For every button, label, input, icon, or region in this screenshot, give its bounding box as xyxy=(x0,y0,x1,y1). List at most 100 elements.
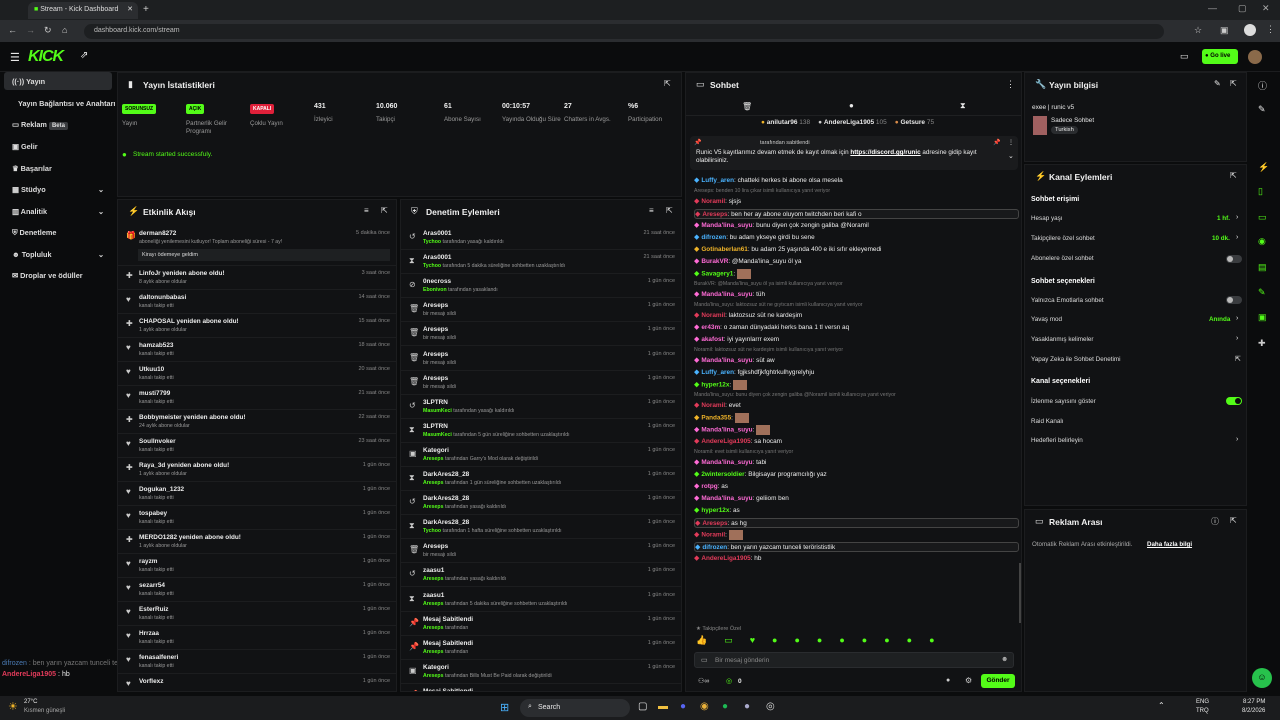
chat-message[interactable]: ◆ Savagery1: xyxy=(694,269,1019,279)
show-viewers-toggle[interactable] xyxy=(1226,397,1242,405)
bookmark-star-icon[interactable]: ☆ xyxy=(1194,25,1202,36)
activity-item[interactable]: ♥ sezarr54 kanalı takip etti 1 gün önce xyxy=(118,578,396,602)
chat-message[interactable]: ◆ er43m: o zaman dünyadaki herks bana 1 … xyxy=(694,323,1019,331)
expand-chevron-icon[interactable]: ⌄ xyxy=(1008,152,1014,160)
chat-bubble-icon[interactable]: ▭ xyxy=(1258,212,1267,223)
chat-username[interactable]: Savagery1 xyxy=(701,271,733,278)
kick-logo[interactable]: KICK xyxy=(28,48,64,66)
chat-message[interactable]: ◆ Noramil: sjsjs xyxy=(694,197,1019,205)
trash-icon[interactable]: 🗑 xyxy=(742,102,752,111)
popout-icon[interactable]: ⇱ xyxy=(1230,79,1237,88)
obs-icon[interactable]: ◎ xyxy=(766,701,775,712)
chat-message[interactable]: ◆ Areseps: as hg xyxy=(694,518,1019,528)
emotes-only-toggle[interactable] xyxy=(1226,296,1242,304)
chat-message[interactable]: ◆ Panda355: xyxy=(694,413,1019,423)
chat-message[interactable]: ◆ hyper12x: as xyxy=(694,506,1019,514)
send-button[interactable]: Gönder xyxy=(981,674,1015,688)
chat-mode-icon[interactable]: ● xyxy=(849,101,854,110)
edit-icon[interactable]: ✎ xyxy=(1214,79,1221,88)
wrench-icon[interactable]: ✎ xyxy=(1258,287,1266,298)
unpin-icon[interactable]: 📌 xyxy=(993,139,1000,146)
chat-message[interactable]: ◆ Luffy_aren: fgjkshdfjkfghtrkulhygrelyh… xyxy=(694,368,1019,376)
chat-username[interactable]: Gotinaberlan61 xyxy=(701,246,748,253)
activity-item[interactable]: ♥ Utkuu10 kanalı takip etti 20 saat önce xyxy=(118,362,396,386)
extensions-icon[interactable]: ▣ xyxy=(1220,25,1229,36)
chat-username[interactable]: difrozen xyxy=(701,234,726,241)
activity-item[interactable]: ✚ Raya_3d yeniden abone oldu! 1 aylık abon… xyxy=(118,458,396,482)
sidebar-item-community[interactable]: ☻ Topluluk ⌄ xyxy=(4,245,112,263)
reload-icon[interactable]: ↻ xyxy=(44,25,52,36)
chat-reply-context[interactable]: BurakVR: @Manda'lina_suyu öl ya isimli k… xyxy=(694,281,1019,287)
chat-username[interactable]: hyper12x xyxy=(701,382,729,389)
moderation-item[interactable]: ⧗ 3LPTRN MasumKeci tarafından 5 gün süreli… xyxy=(401,419,681,443)
clock-time[interactable]: 8:27 PM xyxy=(1243,699,1265,705)
moderation-item[interactable]: ⧗ zaasu1 Areseps tarafından 5 dakika sürel… xyxy=(401,588,681,612)
sidebar-item-stream-key[interactable]: Yayın Bağlantısı ve Anahtarı xyxy=(4,94,115,112)
chat-message[interactable]: ◆ Noramil: evet xyxy=(694,401,1019,409)
lang-indicator[interactable]: ENG xyxy=(1196,699,1209,705)
activity-item[interactable]: ✚ CHAPOSAL yeniden abone oldu! 1 aylık abo… xyxy=(118,314,396,338)
sidebar-item-analytics[interactable]: ▥ Analitik ⌄ xyxy=(4,202,112,220)
moderation-item[interactable]: ⧗ DarkAres28_28 Areseps tarafından 1 gün s… xyxy=(401,467,681,491)
url-field[interactable]: dashboard.kick.com/stream xyxy=(84,24,1164,39)
sidebar-item-revenue[interactable]: ▣ Gelir xyxy=(4,137,112,155)
moderation-item[interactable]: 🗑 Areseps bir mesajı sildi 1 gün önce xyxy=(401,347,681,371)
popout-icon[interactable]: ⇱ xyxy=(1230,516,1237,525)
subs-only-toggle[interactable] xyxy=(1226,255,1242,263)
activity-item[interactable]: ♥ hamzab523 kanalı takip etti 18 saat önce xyxy=(118,338,396,362)
panel-icon[interactable]: ▯ xyxy=(1258,186,1263,197)
gear-icon[interactable]: ⚙ xyxy=(965,676,972,685)
moderation-item[interactable]: ↺ zaasu1 Areseps tarafından yasağı kaldırı… xyxy=(401,563,681,588)
popout-icon[interactable]: ⇱ xyxy=(666,206,673,215)
chat-username[interactable]: Panda355 xyxy=(701,415,731,422)
hamburger-icon[interactable]: ☰ xyxy=(10,51,20,64)
maximize-icon[interactable]: ▢ xyxy=(1238,3,1247,14)
chat-reply-context[interactable]: Manda'lina_suyu: bunu diyen çok zengin g… xyxy=(694,392,1019,398)
broadcast-icon[interactable]: ◉ xyxy=(1258,236,1266,247)
theater-icon[interactable]: ▭ xyxy=(1180,51,1189,62)
activity-item[interactable]: ✚ LinfoJr yeniden abone oldu! 8 aylık abon… xyxy=(118,266,396,290)
chat-message[interactable]: ◆ akafost: iyi yayınlarrr exem xyxy=(694,335,1019,343)
chat-reply-context[interactable]: Noramil: laktozsuz süt ne kardeşim isiml… xyxy=(694,347,1019,353)
banned-words-row[interactable]: Yasaklanmış kelimeler xyxy=(1031,336,1094,343)
activity-item[interactable]: ♥ Vorflexz 1 gün önce xyxy=(118,674,396,691)
activity-item[interactable]: ♥ daltonunbabasi kanalı takip etti 14 saat … xyxy=(118,290,396,314)
activity-item[interactable]: ♥ Hrrzaa kanalı takip etti 1 gün önce xyxy=(118,626,396,650)
chat-message[interactable]: ◆ Luffy_aren: chatteki herkes bi abone o… xyxy=(694,176,1019,184)
chat-message[interactable]: ◆ rotpg: as xyxy=(694,482,1019,490)
chart-icon[interactable]: ▤ xyxy=(1258,262,1267,273)
activity-item[interactable]: ♥ tospabey kanalı takip etti 1 gün önce xyxy=(118,506,396,530)
discord-icon[interactable]: ● xyxy=(680,701,686,712)
chat-username[interactable]: AndereLiga1905 xyxy=(701,555,750,562)
minimize-icon[interactable]: — xyxy=(1208,3,1217,13)
chat-username[interactable]: Noramil xyxy=(701,532,725,539)
windows-start-icon[interactable]: ⊞ xyxy=(500,701,509,714)
chat-reply-context[interactable]: Areseps: benden 10 lira çıkar isimli kul… xyxy=(694,188,1019,194)
chat-message[interactable]: ◆ Gotinaberlan61: bu adam 25 yaşında 400… xyxy=(694,245,1019,253)
users-icon[interactable]: ⚇∞ xyxy=(698,677,709,685)
chrome-icon[interactable]: ◉ xyxy=(700,701,709,712)
chat-message[interactable]: ◆ Areseps: ben her ay abone oluyom twitc… xyxy=(694,209,1019,219)
support-button[interactable]: ☺ xyxy=(1252,668,1272,688)
chat-message[interactable]: ◆ Manda'lina_suyu: süt aw xyxy=(694,356,1019,364)
chat-menu-icon[interactable]: ⋮ xyxy=(1006,79,1015,90)
chat-username[interactable]: Noramil xyxy=(701,198,725,205)
chat-username[interactable]: er43m xyxy=(701,324,720,331)
activity-item[interactable]: ♥ Soullnvoker kanalı takip etti 23 saat önc… xyxy=(118,434,396,458)
activity-item[interactable]: ♥ Dogukan_1232 kanalı takip etti 1 gün önce xyxy=(118,482,396,506)
moderation-item[interactable]: ▣ Kategori Areseps tarafından Bills Must B… xyxy=(401,660,681,684)
layout-icon[interactable]: ▣ xyxy=(1258,312,1267,323)
chat-username[interactable]: BurakVR xyxy=(701,258,728,265)
menu-dots-icon[interactable]: ⋮ xyxy=(1266,24,1275,35)
scroll-bar[interactable] xyxy=(1019,563,1021,623)
chat-reply-context[interactable]: Manda'lina_suyu: laktozsuz süt ne gıytıc… xyxy=(694,302,1019,308)
avatar[interactable] xyxy=(1248,50,1262,64)
moderation-item[interactable]: 🗑 Areseps bir mesajı sildi 1 gün önce xyxy=(401,539,681,564)
moderation-item[interactable]: ⊘ 0necross Ebonivon tarafından yasaklandı 1… xyxy=(401,274,681,299)
chat-username[interactable]: Noramil xyxy=(701,312,725,319)
top-gifter[interactable]: ● AndereLiga1905 105 xyxy=(818,119,887,126)
chat-username[interactable]: Manda'lina_suyu xyxy=(701,291,752,298)
moderation-item[interactable]: 📌 Mesaj Sabitlendi Areseps tarafından 1 gün… xyxy=(401,612,681,636)
emoji-icon[interactable]: ☻ xyxy=(1001,656,1008,663)
activity-item[interactable]: ♥ EsterRuiz kanalı takip etti 1 gün önce xyxy=(118,602,396,626)
